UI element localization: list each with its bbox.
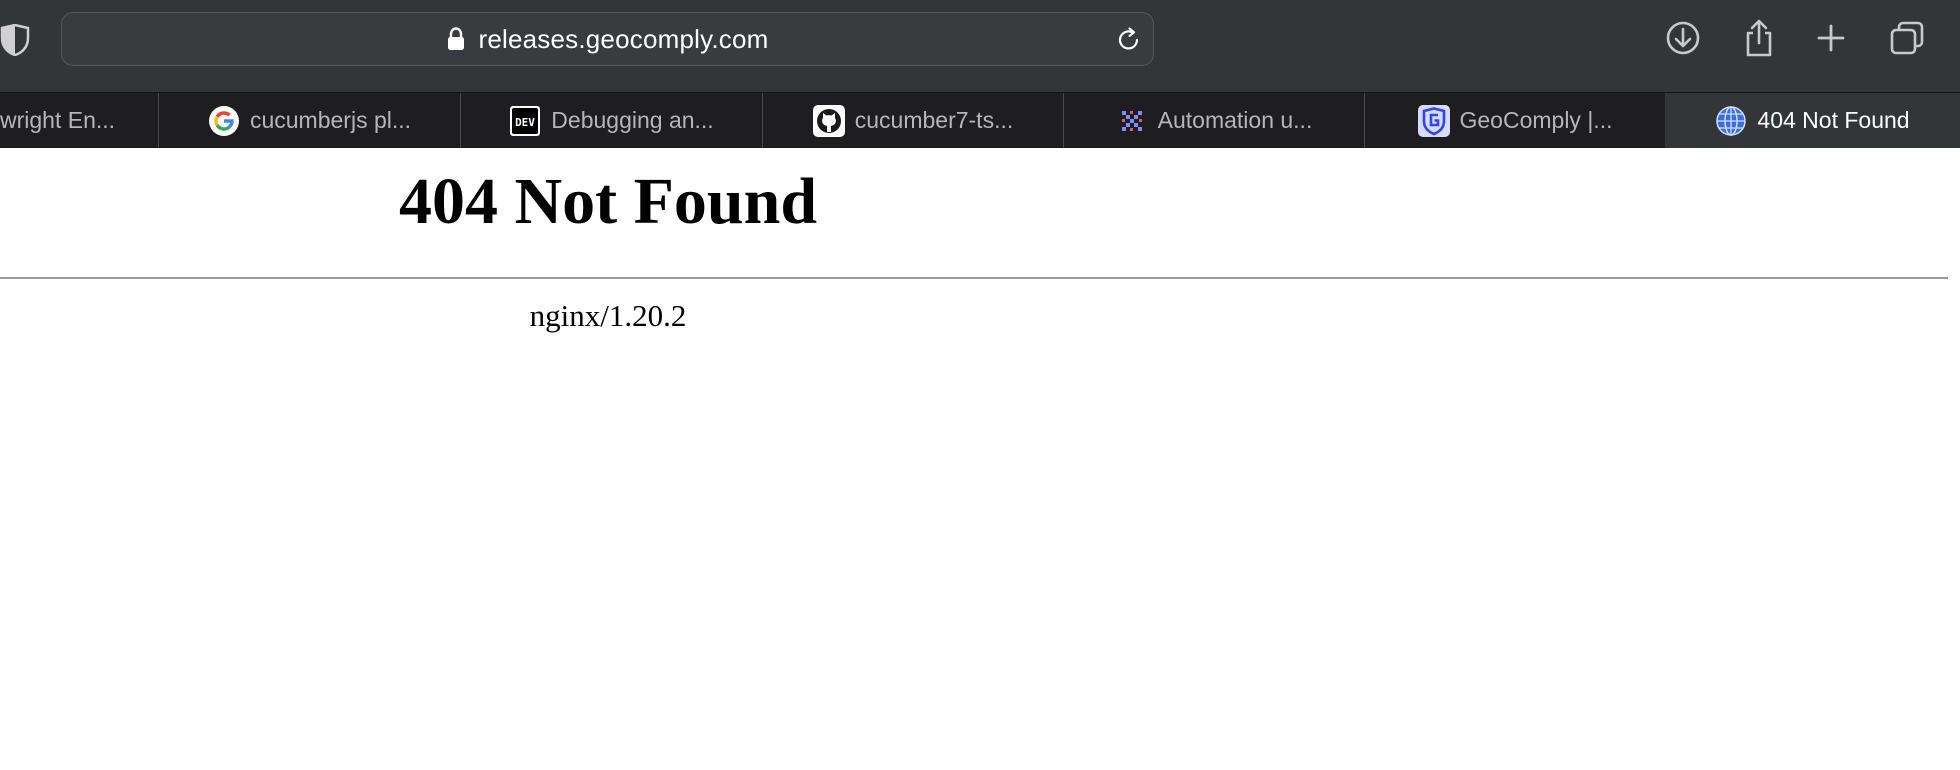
tab-title: 404 Not Found: [1757, 107, 1910, 133]
divider: [0, 277, 1948, 279]
new-tab-icon[interactable]: [1811, 18, 1851, 58]
github-icon: [812, 104, 845, 137]
tab-title: Automation u...: [1157, 107, 1313, 133]
tab-strip: wright En... cucumberjs pl... DEV Debugg…: [0, 92, 1960, 148]
page-content: 404 Not Found nginx/1.20.2: [0, 148, 1948, 770]
automation-icon: [1121, 110, 1142, 131]
lock-icon: [448, 27, 465, 50]
svg-text:DEV: DEV: [515, 116, 535, 129]
tab-cucumberjs[interactable]: cucumberjs pl...: [159, 93, 461, 148]
tab-playwright[interactable]: wright En...: [0, 93, 159, 148]
server-version: nginx/1.20.2: [529, 298, 687, 333]
tab-title: wright En...: [0, 107, 116, 133]
globe-icon: [1716, 105, 1747, 136]
shield-icon[interactable]: [0, 24, 30, 56]
google-icon: [208, 105, 239, 136]
address-bar[interactable]: releases.geocomply.com: [61, 12, 1154, 66]
geocomply-icon: [1417, 104, 1450, 137]
tab-cucumber7[interactable]: cucumber7-ts...: [763, 93, 1064, 148]
tab-title: Debugging an...: [551, 107, 714, 133]
tab-debugging[interactable]: DEV Debugging an...: [461, 93, 763, 148]
tab-title: cucumber7-ts...: [854, 107, 1014, 133]
tab-title: cucumberjs pl...: [249, 107, 412, 133]
tab-automation[interactable]: Automation u...: [1064, 93, 1365, 148]
browser-toolbar: releases.geocomply.com: [0, 0, 1960, 92]
tab-geocomply[interactable]: GeoComply |...: [1365, 93, 1665, 148]
page-title: 404 Not Found: [398, 165, 818, 238]
tab-title: GeoComply |...: [1459, 107, 1613, 133]
url-text: releases.geocomply.com: [478, 23, 769, 54]
tab-404-not-found[interactable]: 404 Not Found: [1665, 93, 1960, 148]
reload-icon[interactable]: [1115, 26, 1143, 54]
tab-overview-icon[interactable]: [1887, 18, 1927, 58]
dev-icon: DEV: [510, 105, 541, 136]
share-icon[interactable]: [1739, 18, 1779, 58]
download-icon[interactable]: [1663, 18, 1703, 58]
